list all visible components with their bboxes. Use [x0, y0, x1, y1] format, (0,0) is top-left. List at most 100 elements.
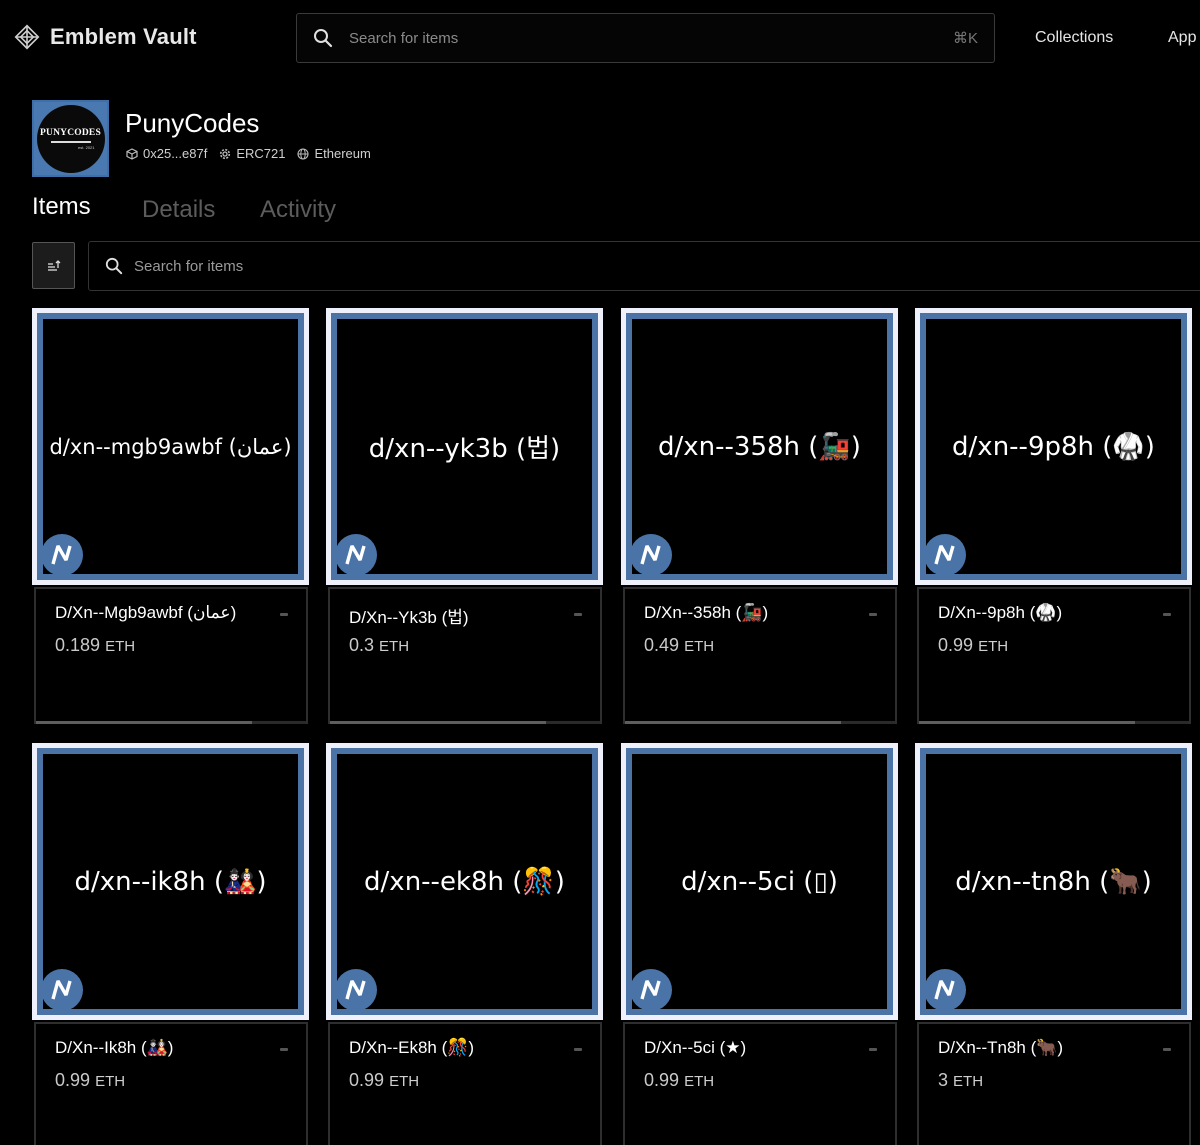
item-footer-bar: [36, 721, 306, 724]
item-price-currency: ETH: [379, 638, 410, 655]
item-image[interactable]: d/xn--yk3b (법): [326, 308, 603, 585]
global-search-input[interactable]: [349, 14, 909, 62]
item-image-frame: d/xn--5ci (▯): [626, 748, 893, 1015]
token-standard-text: ERC721: [236, 146, 286, 161]
namespace-badge-icon: [630, 534, 672, 576]
item-price-value: 0.49: [644, 635, 680, 655]
chain-name-text: Ethereum: [314, 146, 371, 161]
item-image-frame: d/xn--ik8h (🎎): [37, 748, 304, 1015]
item-menu-icon[interactable]: [574, 1048, 582, 1051]
item-footer-bar: [919, 721, 1189, 724]
item-image[interactable]: d/xn--mgb9awbf (عمان): [32, 308, 309, 585]
item-info[interactable]: D/Xn--Yk3b (법) 0.3 ETH: [328, 587, 602, 724]
top-nav: Emblem Vault ⌘K Collections App: [0, 0, 1200, 76]
item-image[interactable]: d/xn--358h (🚂): [621, 308, 898, 585]
item-info[interactable]: D/Xn--Ik8h (🎎) 0.99 ETH: [34, 1022, 308, 1145]
items-search[interactable]: [88, 241, 1200, 291]
namespace-badge-icon: [41, 969, 83, 1011]
item-info[interactable]: D/Xn--Tn8h (🐂) 3 ETH: [917, 1022, 1191, 1145]
item-image-domain: d/xn--ek8h (🎊): [364, 866, 565, 897]
item-image[interactable]: d/xn--5ci (▯): [621, 743, 898, 1020]
item-price-currency: ETH: [978, 638, 1009, 655]
brand-logo[interactable]: Emblem Vault: [14, 24, 197, 50]
item-image-canvas: d/xn--mgb9awbf (عمان): [43, 319, 298, 574]
nav-link-app[interactable]: App: [1168, 29, 1196, 47]
items-search-input[interactable]: [134, 242, 834, 290]
item-menu-icon[interactable]: [1163, 1048, 1171, 1051]
item-image[interactable]: d/xn--9p8h (🥋): [915, 308, 1192, 585]
search-icon: [105, 257, 123, 280]
item-name: D/Xn--358h (🚂): [644, 603, 769, 622]
namespace-badge-icon: [41, 534, 83, 576]
namespace-badge-icon: [335, 534, 377, 576]
item-image-frame: d/xn--ek8h (🎊): [331, 748, 598, 1015]
item-image-canvas: d/xn--tn8h (🐂): [926, 754, 1181, 1009]
item-price-value: 0.189: [55, 635, 101, 655]
item-image-domain: d/xn--yk3b (법): [368, 434, 561, 464]
namespace-badge-icon: [335, 969, 377, 1011]
item-price: 0.99 ETH: [644, 1070, 714, 1091]
item-info[interactable]: D/Xn--Ek8h (🎊) 0.99 ETH: [328, 1022, 602, 1145]
search-icon: [313, 28, 333, 53]
item-image-frame: d/xn--9p8h (🥋): [920, 313, 1187, 580]
emblem-logo-icon: [14, 24, 40, 50]
item-menu-icon[interactable]: [280, 1048, 288, 1051]
item-price-currency: ETH: [953, 1073, 984, 1090]
item-name: D/Xn--9p8h (🥋): [938, 603, 1063, 622]
item-image[interactable]: d/xn--tn8h (🐂): [915, 743, 1192, 1020]
item-image-canvas: d/xn--ek8h (🎊): [337, 754, 592, 1009]
item-price-value: 3: [938, 1070, 949, 1090]
chain-name: Ethereum: [297, 146, 371, 161]
contract-address[interactable]: 0x25...e87f: [126, 146, 207, 161]
item-name: D/Xn--Yk3b (법): [349, 608, 469, 627]
item-price-currency: ETH: [105, 638, 136, 655]
item-price-currency: ETH: [684, 638, 715, 655]
item-image-frame: d/xn--yk3b (법): [331, 313, 598, 580]
tab-details[interactable]: Details: [142, 196, 215, 224]
collection-avatar-est: est. 2021: [78, 144, 95, 150]
collection-avatar-text: PUNYCODES: [40, 127, 101, 138]
item-menu-icon[interactable]: [280, 613, 288, 616]
item-image[interactable]: d/xn--ik8h (🎎): [32, 743, 309, 1020]
item-price: 0.3 ETH: [349, 635, 409, 656]
item-image-frame: d/xn--tn8h (🐂): [920, 748, 1187, 1015]
item-price-currency: ETH: [95, 1073, 126, 1090]
item-info[interactable]: D/Xn--9p8h (🥋) 0.99 ETH: [917, 587, 1191, 724]
item-image-domain: d/xn--ik8h (🎎): [74, 866, 267, 897]
global-search[interactable]: ⌘K: [296, 13, 995, 63]
item-price-currency: ETH: [684, 1073, 715, 1090]
tab-items[interactable]: Items: [32, 193, 91, 221]
item-image-frame: d/xn--mgb9awbf (عمان): [37, 313, 304, 580]
item-menu-icon[interactable]: [869, 1048, 877, 1051]
item-price: 3 ETH: [938, 1070, 983, 1091]
item-name: D/Xn--Tn8h (🐂): [938, 1038, 1064, 1057]
globe-icon: [297, 147, 310, 160]
item-menu-icon[interactable]: [1163, 613, 1171, 616]
item-price: 0.99 ETH: [349, 1070, 419, 1091]
sort-button[interactable]: [32, 242, 75, 289]
item-info[interactable]: D/Xn--5ci (★) 0.99 ETH: [623, 1022, 897, 1145]
item-info[interactable]: D/Xn--358h (🚂) 0.49 ETH: [623, 587, 897, 724]
item-image-canvas: d/xn--5ci (▯): [632, 754, 887, 1009]
nav-link-collections[interactable]: Collections: [1035, 29, 1113, 47]
item-image-domain: d/xn--tn8h (🐂): [955, 866, 1152, 897]
item-image-canvas: d/xn--358h (🚂): [632, 319, 887, 574]
item-info[interactable]: D/Xn--Mgb9awbf (عمان) 0.189 ETH: [34, 587, 308, 724]
item-image-canvas: d/xn--9p8h (🥋): [926, 319, 1181, 574]
contract-address-text: 0x25...e87f: [143, 146, 208, 161]
item-price-value: 0.99: [349, 1070, 385, 1090]
item-price: 0.49 ETH: [644, 635, 714, 656]
item-menu-icon[interactable]: [869, 613, 877, 616]
item-image-canvas: d/xn--yk3b (법): [337, 319, 592, 574]
collection-title: PunyCodes: [125, 108, 260, 138]
collection-avatar: PUNYCODES est. 2021: [32, 100, 109, 177]
item-image-domain: d/xn--5ci (▯): [681, 866, 838, 897]
item-menu-icon[interactable]: [574, 613, 582, 616]
item-image[interactable]: d/xn--ek8h (🎊): [326, 743, 603, 1020]
item-footer-bar: [625, 721, 895, 724]
tab-activity[interactable]: Activity: [260, 196, 336, 224]
item-image-canvas: d/xn--ik8h (🎎): [43, 754, 298, 1009]
item-price-value: 0.99: [55, 1070, 91, 1090]
item-image-domain: d/xn--mgb9awbf (عمان): [49, 434, 292, 459]
collection-meta: 0x25...e87f ERC721 Ethereum: [126, 146, 371, 161]
